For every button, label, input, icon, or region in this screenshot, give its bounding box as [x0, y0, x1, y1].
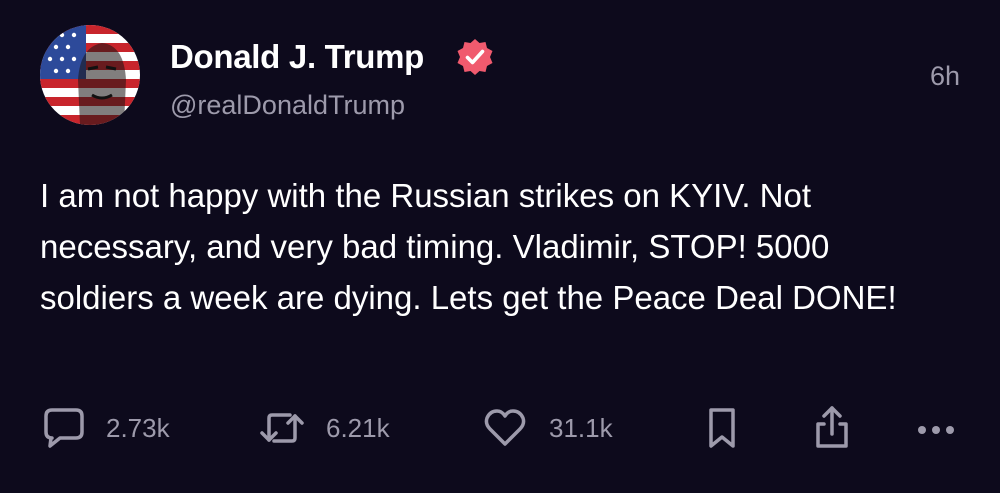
reply-button[interactable]: 2.73k	[40, 400, 170, 456]
avatar[interactable]	[40, 25, 140, 125]
like-count: 31.1k	[549, 413, 613, 443]
repost-count: 6.21k	[326, 413, 390, 443]
post-card: Donald J. Trump @realDonaldTrump 6h I am…	[0, 0, 1000, 493]
post-timestamp[interactable]: 6h	[930, 59, 960, 93]
like-button[interactable]: 31.1k	[481, 400, 613, 456]
reply-count: 2.73k	[106, 413, 170, 443]
author-display-name[interactable]: Donald J. Trump	[170, 37, 424, 77]
repost-button[interactable]: 6.21k	[258, 400, 390, 456]
heart-icon	[484, 409, 526, 446]
more-options-button[interactable]	[914, 400, 960, 456]
bookmark-button[interactable]	[702, 400, 742, 456]
share-button[interactable]	[808, 400, 856, 456]
share-icon	[816, 406, 848, 448]
bookmark-icon	[709, 408, 735, 448]
author-handle[interactable]: @realDonaldTrump	[170, 87, 405, 123]
avatar-image	[40, 25, 140, 125]
comment-icon	[44, 408, 84, 448]
post-text: I am not happy with the Russian strikes …	[40, 177, 897, 316]
repost-icon	[260, 413, 304, 443]
verified-badge-icon	[455, 37, 495, 77]
action-bar: 2.73k 6.21k 31.1k	[0, 400, 1000, 460]
more-icon	[918, 426, 954, 434]
